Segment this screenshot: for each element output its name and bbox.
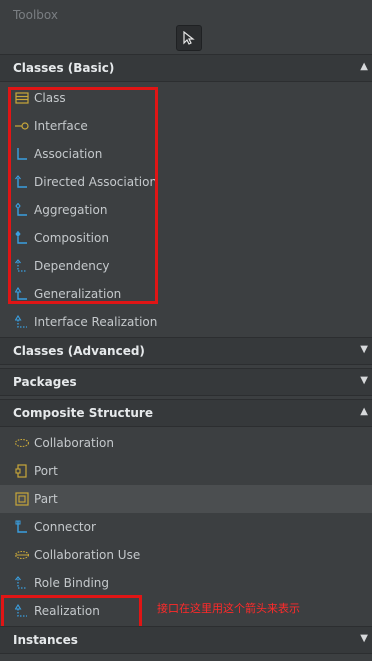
tool-label: Part <box>34 492 58 506</box>
tool-port[interactable]: Port <box>0 457 372 485</box>
collaboration-icon <box>15 438 29 448</box>
tool-label: Collaboration <box>34 436 114 450</box>
section-packages[interactable]: Packages ▼ <box>0 368 372 396</box>
tool-label: Role Binding <box>34 576 110 590</box>
part-icon <box>15 492 29 506</box>
section-classes-advanced[interactable]: Classes (Advanced) ▼ <box>0 337 372 365</box>
toolbox-title: Toolbox <box>13 8 58 22</box>
expand-down-icon[interactable]: ▼ <box>360 344 368 355</box>
collapse-up-icon[interactable]: ▲ <box>360 61 368 72</box>
collaboration-use-icon <box>15 550 29 560</box>
tool-label: Connector <box>34 520 96 534</box>
collapse-up-icon[interactable]: ▲ <box>360 406 368 417</box>
tool-connector[interactable]: Connector <box>0 513 372 541</box>
section-label: Classes (Basic) <box>13 61 115 75</box>
section-instances[interactable]: Instances ▼ <box>0 626 372 654</box>
role-binding-icon <box>15 576 27 589</box>
section-label: Instances <box>13 633 78 647</box>
highlight-box <box>8 87 158 304</box>
annotation-text: 接口在这里用这个箭头来表示 <box>157 602 300 615</box>
interface-realization-icon <box>15 315 27 328</box>
tool-collaboration[interactable]: Collaboration <box>0 429 372 457</box>
pointer-tool-button[interactable] <box>176 25 202 51</box>
section-composite-structure[interactable]: Composite Structure ▲ <box>0 399 372 427</box>
section-label: Classes (Advanced) <box>13 344 145 358</box>
section-classes-basic[interactable]: Classes (Basic) ▲ <box>0 54 372 82</box>
connector-icon <box>15 520 27 533</box>
tool-part[interactable]: Part <box>0 485 372 513</box>
expand-down-icon[interactable]: ▼ <box>360 375 368 386</box>
cursor-icon <box>183 31 195 45</box>
expand-down-icon[interactable]: ▼ <box>360 633 368 644</box>
section-label: Packages <box>13 375 77 389</box>
tool-role-binding[interactable]: Role Binding <box>0 569 372 597</box>
highlight-box-realization <box>1 595 142 629</box>
section-label: Composite Structure <box>13 406 153 420</box>
tool-label: Interface Realization <box>34 315 158 329</box>
tool-interface-realization[interactable]: Interface Realization <box>0 308 372 336</box>
tool-label: Collaboration Use <box>34 548 141 562</box>
tool-label: Port <box>34 464 58 478</box>
tool-collaboration-use[interactable]: Collaboration Use <box>0 541 372 569</box>
port-icon <box>15 464 27 478</box>
